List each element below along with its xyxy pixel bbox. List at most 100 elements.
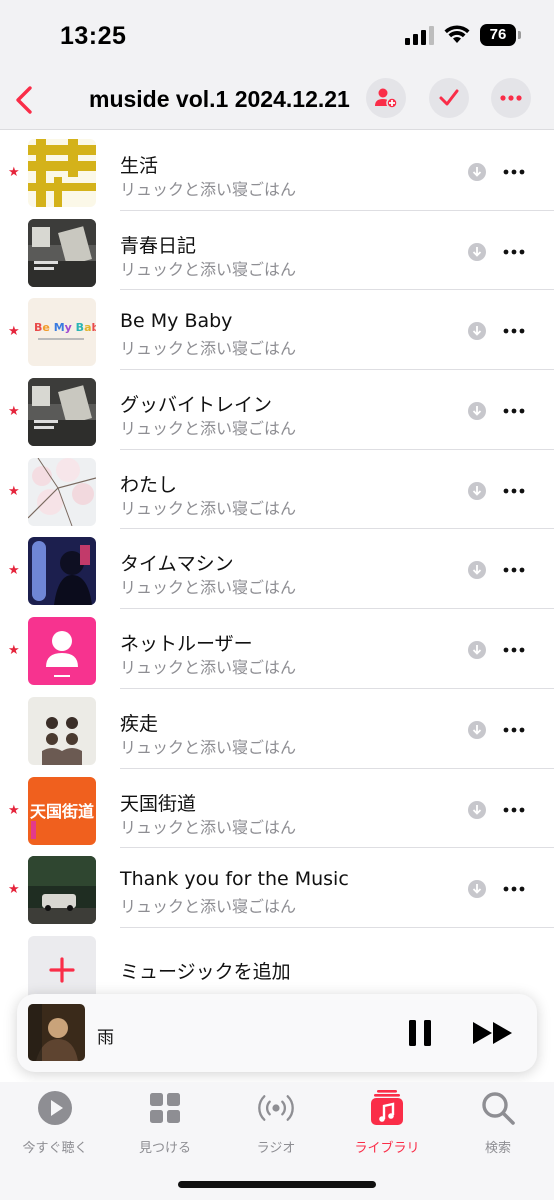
more-icon[interactable] <box>500 483 528 499</box>
song-title: わたし <box>120 473 178 496</box>
album-art <box>28 378 96 447</box>
download-icon[interactable] <box>467 321 487 341</box>
more-icon[interactable] <box>500 244 528 260</box>
download-icon[interactable] <box>467 560 487 580</box>
tab-label: 検索 <box>484 1141 511 1156</box>
tab-label: 今すぐ聴く <box>22 1141 88 1156</box>
more-icon[interactable] <box>500 642 528 658</box>
download-icon[interactable] <box>467 162 487 182</box>
song-row[interactable]: ★ グッバイトレイン リュックと添い寝ごはん <box>0 370 554 450</box>
favorite-star-icon: ★ <box>8 643 20 659</box>
song-title: タイムマシン <box>120 553 234 576</box>
favorite-star-icon: ★ <box>8 882 20 898</box>
album-art <box>28 139 96 207</box>
song-title: 生活 <box>120 155 159 177</box>
song-row[interactable]: ★ Be My Baby Be My Baby リュックと添い寝ごはん <box>0 290 554 371</box>
select-button[interactable] <box>429 78 469 118</box>
status-bar: 13:25 76 <box>0 0 554 72</box>
more-icon[interactable] <box>500 881 528 897</box>
download-icon[interactable] <box>467 879 487 899</box>
album-art <box>28 617 96 686</box>
song-artist: リュックと添い寝ごはん <box>120 737 297 757</box>
tab-label: ライブラリ <box>354 1141 420 1156</box>
tab-radio[interactable]: ラジオ <box>221 1090 331 1160</box>
music-library-icon <box>371 1090 403 1125</box>
album-art-text: 天国街道 <box>30 802 94 821</box>
album-art <box>28 856 96 925</box>
song-row[interactable]: 疾走 リュックと添い寝ごはん <box>0 689 554 769</box>
song-row[interactable]: ★ ネットルーザー リュックと添い寝ごはん <box>0 609 554 689</box>
favorite-star-icon: ★ <box>8 563 20 579</box>
download-icon[interactable] <box>467 720 487 740</box>
cellular-signal-icon <box>405 25 434 45</box>
checkmark-icon <box>439 89 459 106</box>
song-artist: リュックと添い寝ごはん <box>120 259 297 279</box>
more-icon[interactable] <box>500 403 528 419</box>
more-options-button[interactable] <box>491 78 531 118</box>
navigation-header: muside vol.1 2024.12.21 <box>0 72 554 130</box>
download-icon[interactable] <box>467 242 487 262</box>
download-icon[interactable] <box>467 481 487 501</box>
add-music-label: ミュージックを追加 <box>120 960 291 983</box>
song-row[interactable]: ★ わたし リュックと添い寝ごはん <box>0 450 554 530</box>
favorite-star-icon: ★ <box>8 802 20 818</box>
person-add-icon <box>375 88 398 109</box>
tab-label: 見つける <box>138 1141 191 1156</box>
album-art: 天国街道 <box>28 776 96 845</box>
album-art-text: Be My Baby <box>34 321 96 334</box>
song-artist: リュックと添い寝ごはん <box>120 817 297 837</box>
status-time: 13:25 <box>60 22 127 50</box>
more-icon[interactable] <box>500 722 528 738</box>
tab-label: ラジオ <box>256 1141 296 1156</box>
album-art <box>28 218 96 287</box>
favorite-star-icon: ★ <box>8 165 20 180</box>
song-row[interactable]: ★ Thank you for the Music リュックと添い寝ごはん <box>0 848 554 928</box>
tab-library[interactable]: ライブラリ <box>332 1090 442 1160</box>
play-circle-icon <box>38 1091 72 1125</box>
favorite-star-icon: ★ <box>8 324 20 340</box>
playlist-title: muside vol.1 2024.12.21 <box>89 86 350 112</box>
plus-icon <box>49 957 75 983</box>
radio-waves-icon <box>258 1095 294 1121</box>
album-art <box>28 696 96 765</box>
album-art <box>28 457 96 526</box>
download-icon[interactable] <box>467 401 487 421</box>
song-artist: リュックと添い寝ごはん <box>120 419 297 439</box>
song-row[interactable]: 青春日記 リュックと添い寝ごはん <box>0 211 554 291</box>
status-icons: 76 <box>405 24 521 46</box>
song-title: 青春日記 <box>120 234 197 257</box>
song-title: グッバイトレイン <box>120 394 273 417</box>
song-row[interactable]: ★ 生活 リュックと添い寝ごはん <box>0 131 554 211</box>
song-artist: リュックと添い寝ごはん <box>120 897 297 917</box>
download-icon[interactable] <box>467 800 487 820</box>
song-title: ネットルーザー <box>120 633 253 656</box>
song-row[interactable]: ★ タイムマシン リュックと添い寝ごはん <box>0 529 554 610</box>
home-indicator <box>178 1181 376 1188</box>
mini-player[interactable]: 雨 <box>17 994 537 1072</box>
song-row[interactable]: ★ 天国街道 天国街道 リュックと添い寝ごはん <box>0 769 554 849</box>
tab-search[interactable]: 検索 <box>443 1090 553 1160</box>
grid-icon <box>150 1093 180 1123</box>
song-title: 天国街道 <box>120 792 197 815</box>
more-icon[interactable] <box>500 802 528 818</box>
favorite-star-icon: ★ <box>8 483 20 499</box>
download-icon[interactable] <box>467 640 487 660</box>
back-button[interactable] <box>10 80 40 120</box>
more-icon[interactable] <box>500 562 528 578</box>
search-icon <box>482 1092 515 1125</box>
fast-forward-button[interactable] <box>471 1020 515 1046</box>
song-artist: リュックと添い寝ごはん <box>120 339 297 359</box>
song-artist: リュックと添い寝ごはん <box>120 180 297 199</box>
song-title: Be My Baby <box>120 310 233 333</box>
tab-listen-now[interactable]: 今すぐ聴く <box>0 1090 110 1160</box>
song-title: Thank you for the Music <box>120 868 349 891</box>
wifi-icon <box>444 25 470 43</box>
favorite-star-icon: ★ <box>8 404 20 420</box>
add-collaborator-button[interactable] <box>366 78 406 118</box>
more-icon[interactable] <box>500 164 528 180</box>
more-icon[interactable] <box>500 323 528 339</box>
album-art: Be My Baby <box>28 298 96 367</box>
pause-button[interactable] <box>407 1018 433 1048</box>
song-artist: リュックと添い寝ごはん <box>120 498 297 518</box>
tab-browse[interactable]: 見つける <box>110 1090 220 1160</box>
